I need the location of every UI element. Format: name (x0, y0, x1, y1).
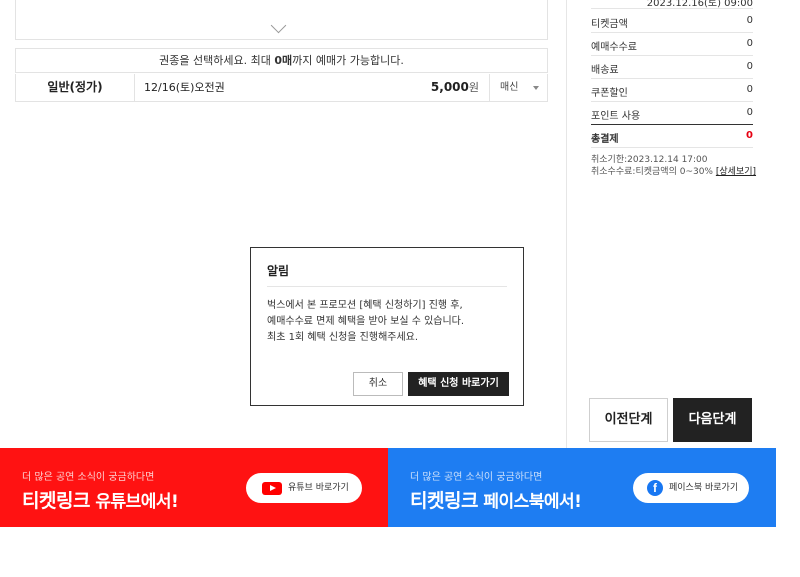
cancel-deadline: 2023.12.14 17:00 (627, 155, 708, 165)
summary-row-point: 포인트 사용 0 (591, 107, 753, 122)
modal-divider (267, 286, 507, 287)
summary-label: 배송료 (591, 65, 619, 76)
summary-total-value: 0 (746, 130, 753, 141)
ticket-type: 일반(정가) (16, 74, 135, 101)
summary-divider (591, 147, 753, 148)
summary-row-coupon: 쿠폰할인 0 (591, 84, 753, 99)
summary-row-delivery: 배송료 0 (591, 61, 753, 76)
ticket-price-value: 5,000 (430, 80, 469, 94)
next-step-button[interactable]: 다음단계 (673, 398, 752, 442)
ticket-price: 5,000원 (431, 74, 479, 101)
modal-line: 예매수수료 면제 혜택을 받아 보실 수 있습니다. (267, 316, 465, 327)
summary-total-label: 총결제 (591, 134, 619, 145)
summary-value: 0 (746, 15, 753, 26)
prev-step-button[interactable]: 이전단계 (589, 398, 668, 442)
summary-label: 쿠폰할인 (591, 88, 628, 99)
modal-message: 벅스에서 본 프로모션 [혜택 신청하기] 진행 후, 예매수수료 면제 혜택을… (267, 298, 511, 346)
modal-line: 벅스에서 본 프로모션 [혜택 신청하기] 진행 후, (267, 300, 463, 311)
banner-tail: 페이스북에서! (477, 492, 582, 512)
youtube-link-button[interactable]: 유튜브 바로가기 (246, 473, 362, 503)
youtube-banner[interactable]: 더 많은 공연 소식이 궁금하다면 티켓링크 유튜브에서! 유튜브 바로가기 (0, 448, 388, 527)
banner-brand: 티켓링크 (410, 490, 478, 512)
banner-title: 티켓링크 유튜브에서! (22, 486, 179, 513)
youtube-icon (262, 482, 282, 495)
facebook-link-button[interactable]: f 페이스북 바로가기 (633, 473, 749, 503)
summary-divider (591, 55, 753, 56)
cancel-deadline-label: 취소기한 (591, 155, 625, 165)
ticket-date: 12/16(토)오전권 (144, 81, 225, 94)
summary-value: 0 (746, 107, 753, 118)
benefit-apply-button[interactable]: 혜택 신청 바로가기 (408, 372, 509, 396)
banner-subtitle: 더 많은 공연 소식이 궁금하다면 (410, 472, 543, 483)
summary-row-fee: 예매수수료 0 (591, 38, 753, 53)
summary-label: 티켓금액 (591, 19, 628, 30)
summary-label: 포인트 사용 (591, 111, 641, 122)
summary-value: 0 (746, 61, 753, 72)
banner-title: 티켓링크 페이스북에서! (410, 486, 582, 513)
summary-divider (591, 101, 753, 102)
detail-link[interactable]: [상세보기] (716, 167, 756, 177)
summary-row-total: 총결제 0 (591, 130, 753, 145)
summary-divider (591, 124, 753, 125)
facebook-button-label: 페이스북 바로가기 (669, 483, 739, 493)
banner-brand: 티켓링크 (22, 490, 90, 512)
ticket-notice: 권종을 선택하세요. 최대 0매까지 예매가 가능합니다. (15, 48, 548, 73)
modal-title: 알림 (267, 264, 290, 278)
cancel-fee: 티켓금액의 0~30% (635, 167, 713, 177)
notice-prefix: 권종을 선택하세요. 최대 (159, 54, 275, 67)
youtube-button-label: 유튜브 바로가기 (288, 483, 349, 493)
banner-subtitle: 더 많은 공연 소식이 궁금하다면 (22, 472, 155, 483)
ticket-quantity-select[interactable]: 매신 (489, 74, 547, 101)
cancel-info: 취소기한:2023.12.14 17:00 취소수수료:티켓금액의 0~30% … (591, 155, 757, 177)
ticket-select-value: 매신 (500, 82, 519, 93)
summary-divider (591, 32, 753, 33)
ticket-price-unit: 원 (468, 81, 479, 94)
notice-suffix: 까지 예매가 가능합니다. (292, 54, 404, 67)
banner-tail: 유튜브에서! (89, 492, 179, 512)
dropdown-arrow-icon (533, 86, 539, 90)
payment-summary-panel: 2023.12.16(토) 09:00 티켓금액 0 예매수수료 0 배송료 0… (566, 0, 800, 448)
facebook-banner[interactable]: 더 많은 공연 소식이 궁금하다면 티켓링크 페이스북에서! f 페이스북 바로… (388, 448, 776, 527)
ticket-row: 일반(정가) 12/16(토)오전권 5,000원 매신 (15, 74, 548, 102)
facebook-icon: f (647, 480, 663, 496)
modal-line: 최초 1회 혜택 신청을 진행해주세요. (267, 332, 419, 343)
summary-label: 예매수수료 (591, 42, 637, 53)
summary-row-ticket: 티켓금액 0 (591, 15, 753, 30)
summary-divider (591, 8, 753, 9)
summary-divider (591, 78, 753, 79)
alert-modal: 알림 벅스에서 본 프로모션 [혜택 신청하기] 진행 후, 예매수수료 면제 … (250, 247, 524, 406)
modal-cancel-button[interactable]: 취소 (353, 372, 403, 396)
summary-value: 0 (746, 38, 753, 49)
cancel-fee-label: 취소수수료 (591, 167, 633, 177)
summary-value: 0 (746, 84, 753, 95)
notice-max: 0매 (274, 54, 293, 67)
